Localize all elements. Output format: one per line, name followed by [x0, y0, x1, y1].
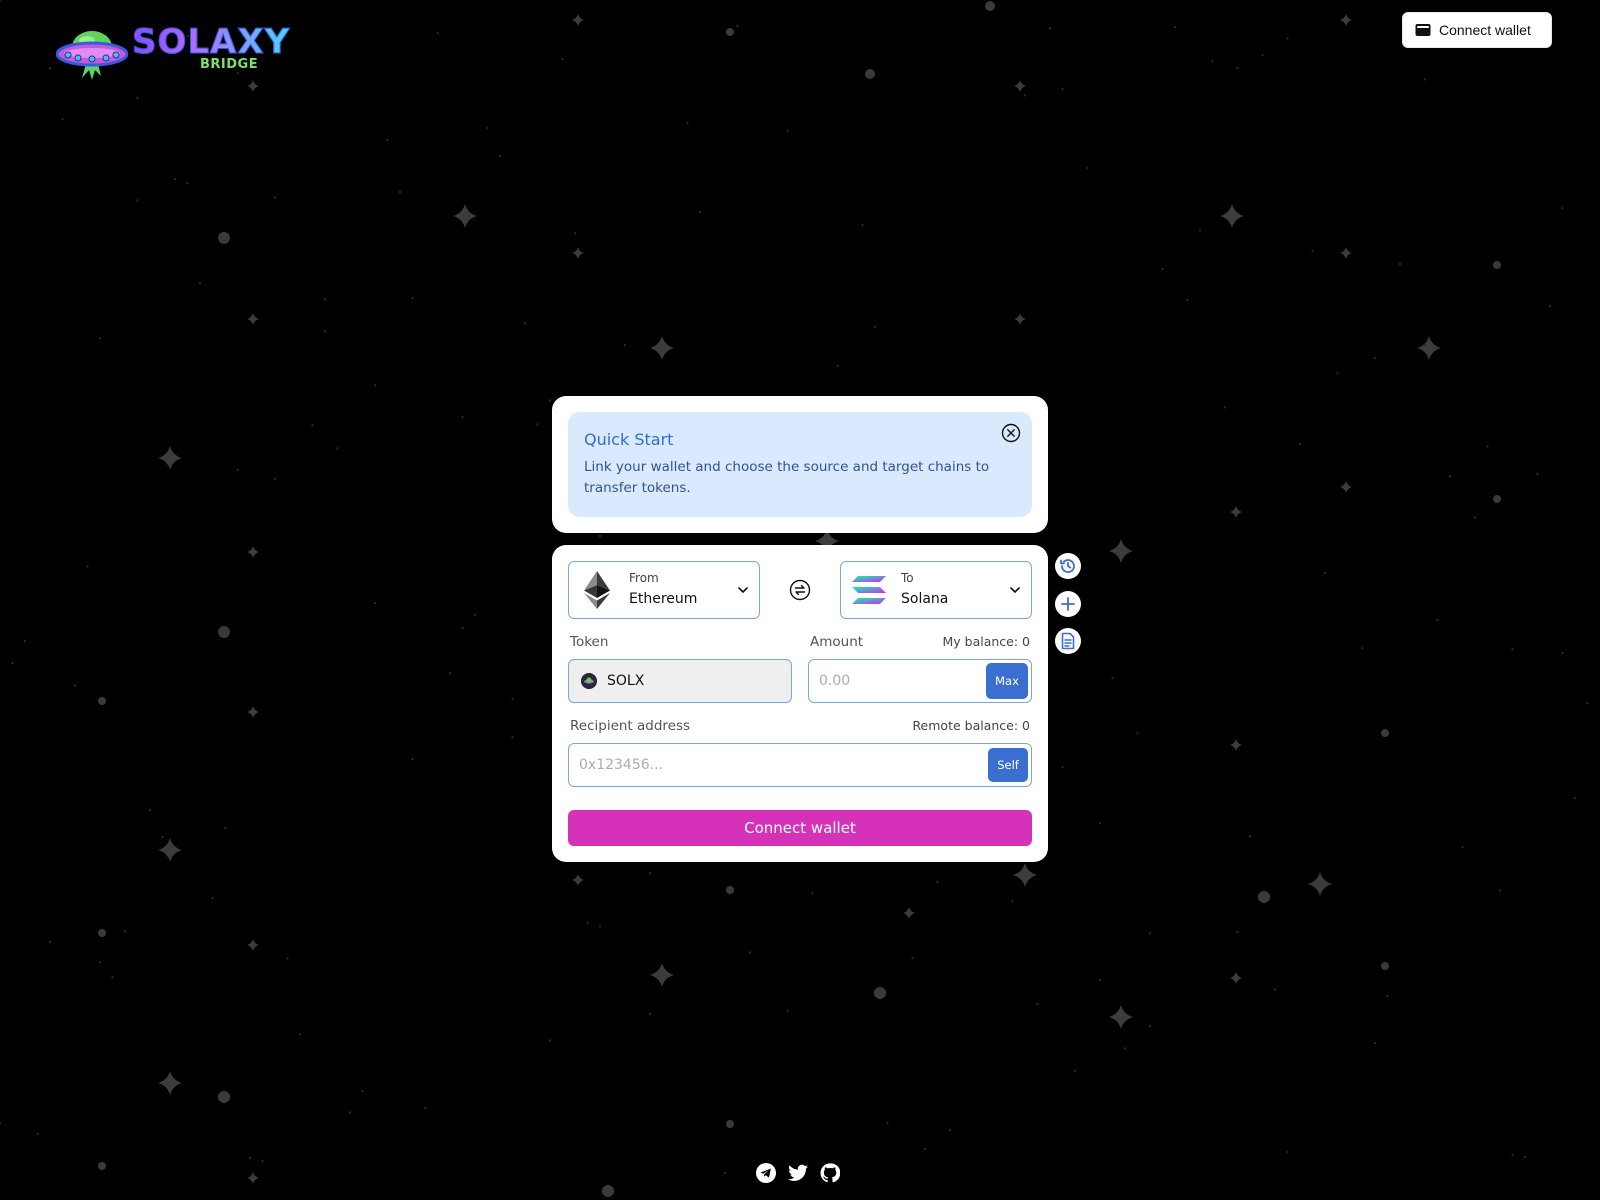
- telegram-icon: [756, 1163, 776, 1183]
- brand-subtitle: BRIDGE: [200, 57, 259, 72]
- quick-start-title: Quick Start: [584, 430, 674, 449]
- history-icon: [1060, 559, 1075, 573]
- document-icon: [1061, 632, 1075, 650]
- token-amount-row: Token Amount My balance: 0 SOLX Max: [568, 633, 1032, 703]
- from-chain-label: From: [629, 571, 659, 585]
- chevron-down-icon: [1010, 587, 1020, 593]
- to-chain-select[interactable]: To Solana: [840, 561, 1032, 619]
- add-token-button[interactable]: [1055, 591, 1081, 617]
- ethereum-icon: [584, 571, 610, 609]
- amount-label: Amount: [810, 634, 864, 650]
- brand-logo[interactable]: SOLAXY BRIDGE: [56, 20, 290, 82]
- remote-balance: Remote balance: 0: [912, 718, 1030, 733]
- max-button[interactable]: Max: [986, 663, 1028, 699]
- recipient-input[interactable]: [579, 744, 979, 786]
- bridge-card: From Ethereum To Solana Token Amount My …: [552, 545, 1048, 862]
- twitter-icon: [788, 1164, 808, 1181]
- recipient-label: Recipient address: [570, 718, 691, 734]
- wallet-icon: [1415, 24, 1431, 36]
- history-button[interactable]: [1055, 553, 1081, 579]
- from-chain-select[interactable]: From Ethereum: [568, 561, 760, 619]
- swap-chains-button[interactable]: [789, 579, 811, 601]
- self-button[interactable]: Self: [988, 748, 1028, 782]
- github-icon: [820, 1163, 840, 1183]
- to-chain-value: Solana: [901, 591, 949, 607]
- recipient-row: Recipient address Remote balance: 0 Self: [568, 717, 1032, 787]
- chevron-down-icon: [738, 587, 748, 593]
- swap-icon: [789, 579, 811, 601]
- ufo-icon: [56, 31, 128, 80]
- header-connect-wallet-label: Connect wallet: [1439, 22, 1531, 38]
- amount-input[interactable]: [819, 660, 979, 702]
- connect-wallet-button[interactable]: Connect wallet: [568, 810, 1032, 846]
- twitter-link[interactable]: [788, 1163, 808, 1183]
- docs-button[interactable]: [1055, 628, 1081, 654]
- telegram-link[interactable]: [756, 1163, 776, 1183]
- quick-start-card: Quick Start Link your wallet and choose …: [552, 396, 1048, 533]
- amount-field: Max: [808, 659, 1032, 703]
- solana-icon: [852, 576, 886, 604]
- from-chain-value: Ethereum: [629, 591, 698, 607]
- quick-start-panel: Quick Start Link your wallet and choose …: [568, 412, 1032, 517]
- token-select[interactable]: SOLX: [568, 659, 792, 703]
- app-root: SOLAXY BRIDGE Connect wallet Quick Start…: [0, 0, 1600, 1200]
- chain-selector-row: From Ethereum To Solana: [568, 561, 1032, 619]
- recipient-field: Self: [568, 743, 1032, 787]
- to-chain-label: To: [901, 571, 914, 585]
- quick-start-close-button[interactable]: [1000, 422, 1022, 444]
- quick-start-text: Link your wallet and choose the source a…: [584, 459, 990, 496]
- plus-icon: [1061, 597, 1075, 611]
- header-connect-wallet-button[interactable]: Connect wallet: [1402, 12, 1552, 48]
- github-link[interactable]: [820, 1163, 840, 1183]
- solx-token-icon: [581, 673, 597, 689]
- token-value: SOLX: [607, 673, 645, 689]
- brand-name: SOLAXY: [131, 22, 291, 63]
- token-label: Token: [570, 634, 609, 650]
- footer-social-links: [756, 1163, 840, 1183]
- close-circle-icon: [1001, 423, 1021, 443]
- my-balance: My balance: 0: [942, 634, 1030, 649]
